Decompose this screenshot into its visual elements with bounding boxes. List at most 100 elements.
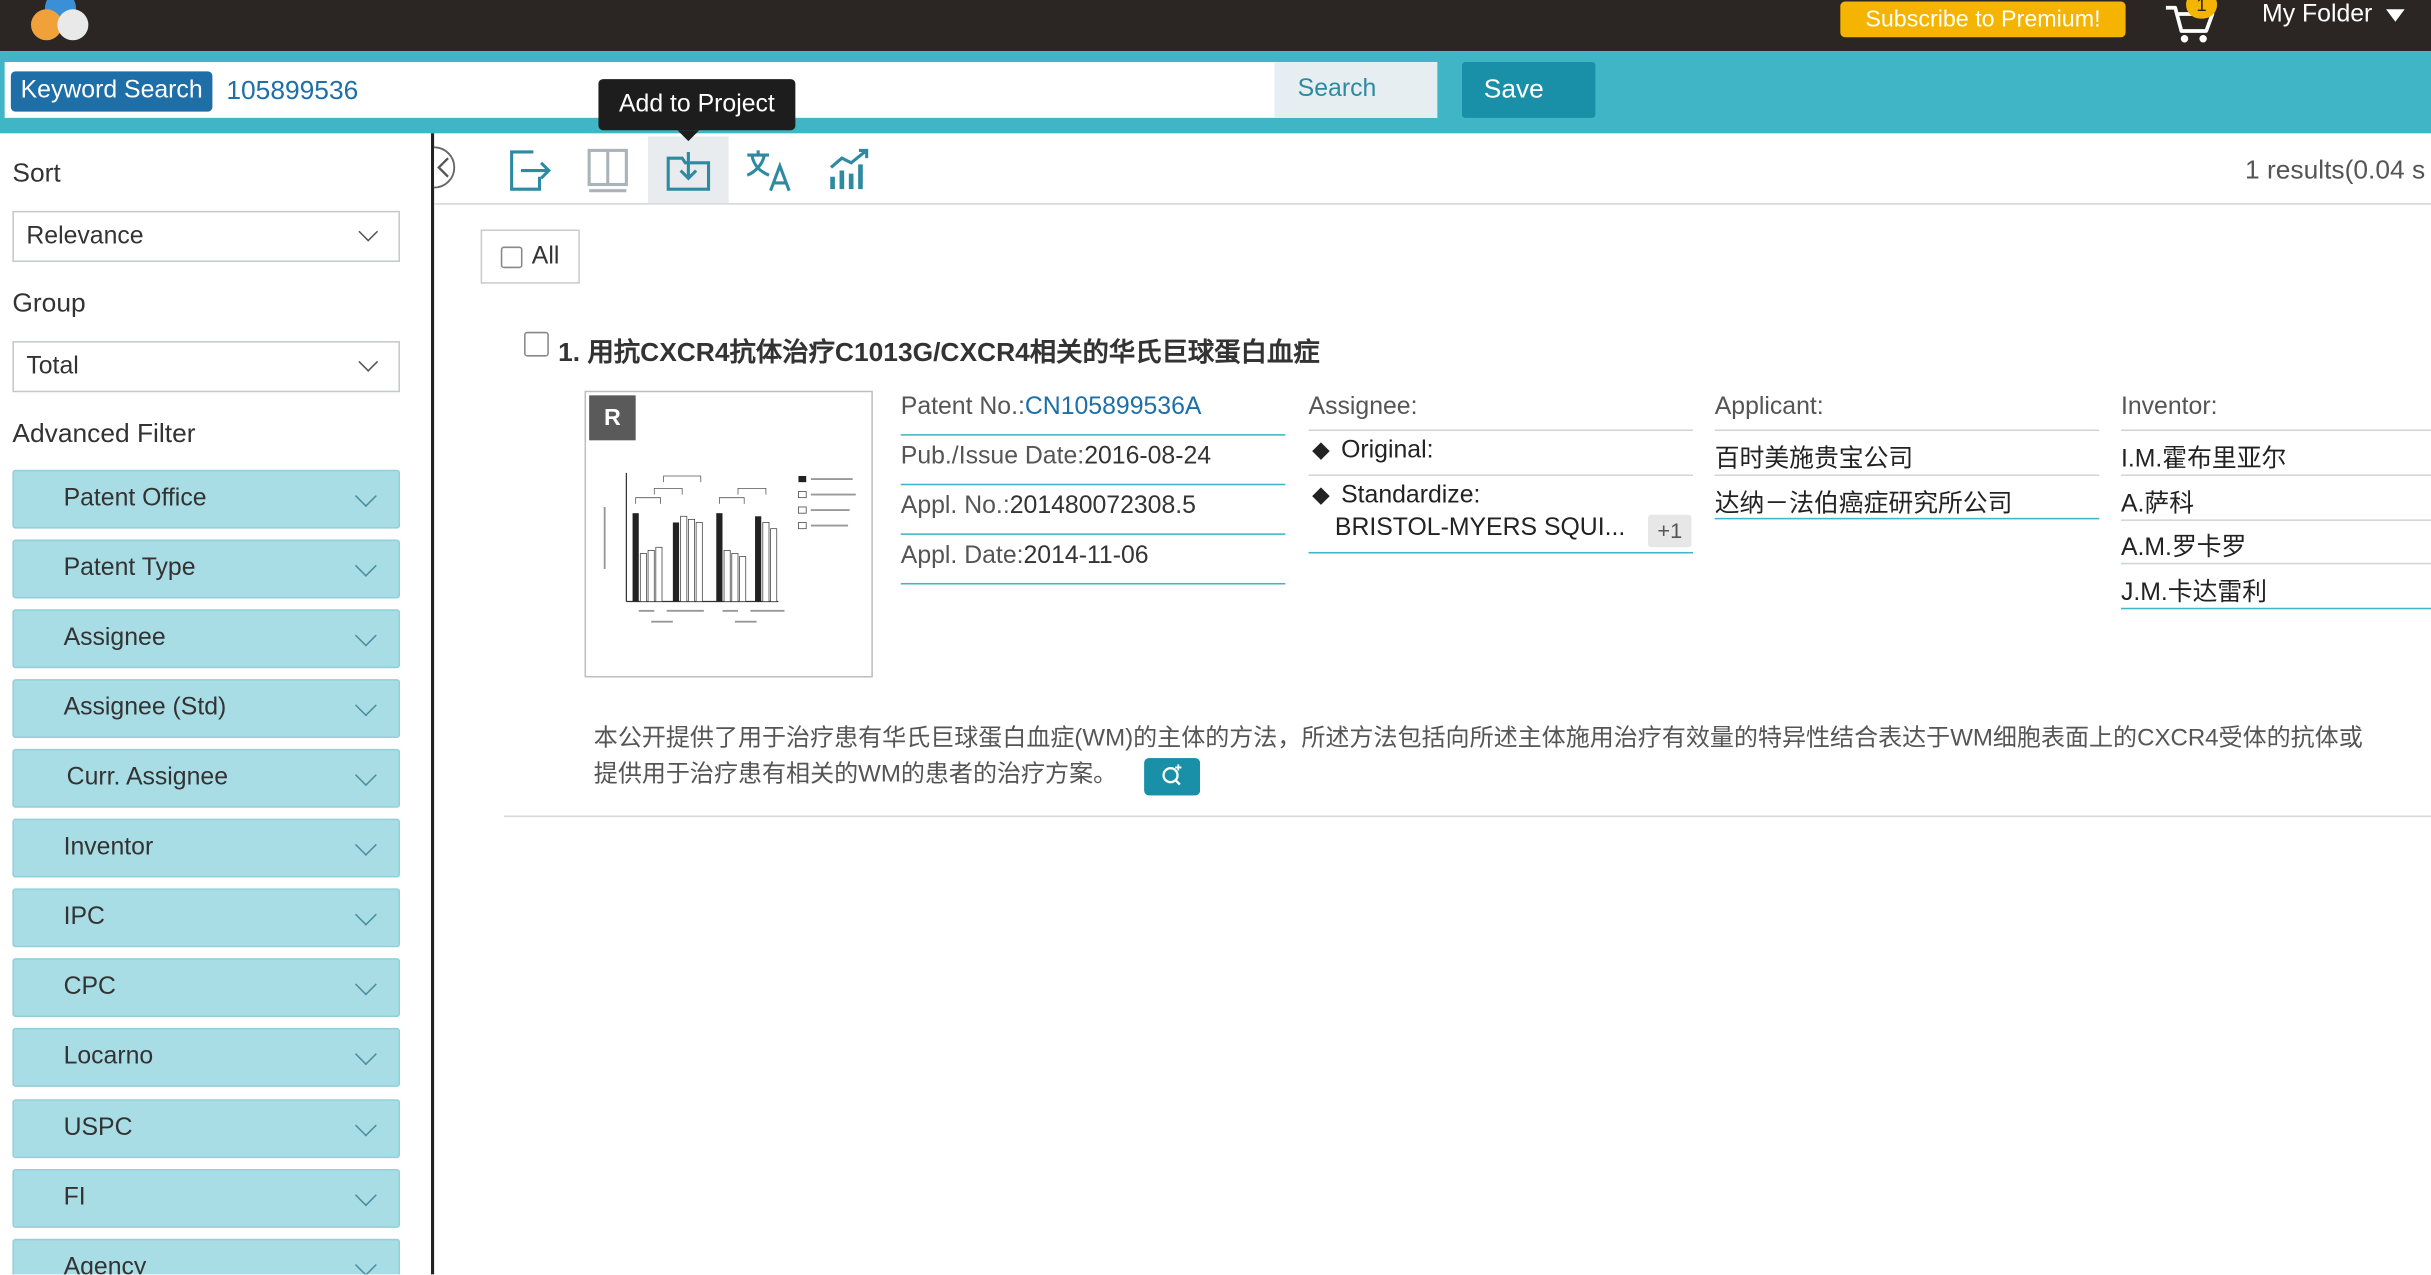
inventor-item[interactable]: J.M.卡达雷利 <box>2121 571 2267 608</box>
filter-label: Patent Type <box>63 555 196 582</box>
add-to-project-icon[interactable] <box>659 143 718 196</box>
field-divider <box>1714 429 2100 432</box>
applicant-item[interactable]: 达纳－法伯癌症研究所公司 <box>1715 482 2013 519</box>
select-all-checkbox[interactable] <box>500 246 523 269</box>
inventor-label: Inventor: <box>2120 393 2218 421</box>
filter-label: IPC <box>63 903 105 931</box>
pub-date-value: 2016-08-24 <box>1084 443 1212 470</box>
export-icon[interactable] <box>499 143 558 196</box>
field-divider <box>1308 474 1694 476</box>
field-divider <box>1714 474 2100 476</box>
search-mode-tag[interactable]: Keyword Search <box>10 71 213 112</box>
sidebar-divider <box>431 133 435 1275</box>
chevron-down-icon <box>354 694 377 717</box>
filter-assignee[interactable]: Assignee <box>12 609 401 669</box>
sort-label: Sort <box>12 158 61 188</box>
add-to-project-tooltip: Add to Project <box>598 79 796 131</box>
inventor-item[interactable]: A.萨科 <box>2121 482 2194 519</box>
field-underline <box>1308 551 1694 554</box>
filter-label: Assignee <box>63 624 166 652</box>
pub-date-field: Pub./Issue Date:2016-08-24 <box>901 443 1211 471</box>
more-assignees-badge[interactable]: +1 <box>1648 514 1692 548</box>
chevron-down-icon <box>358 352 379 372</box>
chevron-down-icon <box>354 764 377 787</box>
subscribe-premium-button[interactable]: Subscribe to Premium! <box>1840 1 2126 38</box>
my-folder-menu[interactable]: My Folder <box>2262 2 2372 30</box>
search-button-label: Search <box>1297 75 1377 103</box>
chevron-down-icon <box>354 554 377 577</box>
bullet-diamond <box>1312 442 1330 460</box>
filter-label: Inventor <box>63 834 154 861</box>
field-underline <box>2120 607 2431 610</box>
filter-cpc[interactable]: CPC <box>12 958 401 1018</box>
filter-label: USPC <box>63 1114 133 1142</box>
appl-date-field: Appl. Date:2014-11-06 <box>901 543 1149 571</box>
chevron-down-icon <box>358 221 379 242</box>
field-divider <box>2120 562 2431 565</box>
filter-label: Assignee (Std) <box>63 694 227 721</box>
appl-no-label: Appl. No.: <box>900 493 1010 520</box>
field-divider <box>2120 474 2431 476</box>
field-underline <box>900 434 1286 436</box>
field-divider <box>2120 519 2431 521</box>
result-title[interactable]: 1. 用抗CXCR4抗体治疗C1013G/CXCR4相关的华氏巨球蛋白血症 <box>558 330 1320 369</box>
chevron-down-icon <box>354 834 377 856</box>
chevron-down-icon <box>354 1114 377 1137</box>
filter-label: CPC <box>63 973 116 1001</box>
applicant-label: Applicant: <box>1714 393 1824 421</box>
collapse-sidebar-icon[interactable] <box>428 144 462 191</box>
field-underline <box>1714 517 2100 520</box>
chevron-down-icon <box>354 903 377 926</box>
advanced-filter-label: Advanced Filter <box>12 418 196 449</box>
sort-select[interactable]: Relevance <box>12 210 401 263</box>
filter-fi[interactable]: FI <box>12 1169 401 1228</box>
filter-patent-type[interactable]: Patent Type <box>12 539 401 599</box>
search-button[interactable]: Search <box>1274 62 1438 118</box>
result-checkbox[interactable] <box>524 331 549 357</box>
filter-inventor[interactable]: Inventor <box>12 818 401 878</box>
analytics-chart-icon[interactable] <box>820 143 879 196</box>
standardize-value[interactable]: BRISTOL-MYERS SQUI... <box>1335 515 1625 543</box>
chevron-down-icon <box>354 624 377 647</box>
filter-label: FI <box>63 1184 86 1211</box>
app-logo[interactable] <box>28 0 90 43</box>
appl-date-label: Appl. Date: <box>900 542 1024 569</box>
field-divider <box>1308 429 1694 432</box>
filter-label: Patent Office <box>63 485 207 512</box>
chevron-down-icon <box>354 973 377 996</box>
group-select[interactable]: Total <box>12 341 401 393</box>
field-underline <box>900 582 1286 585</box>
filter-uspc[interactable]: USPC <box>12 1099 401 1159</box>
group-select-value: Total <box>26 353 79 380</box>
results-count: 1 results(0.04 s <box>2244 155 2426 185</box>
abstract-line: 本公开提供了用于治疗患有华氏巨球蛋白血症(WM)的主体的方法，所述方法包括向所述… <box>593 725 2363 752</box>
split-view-icon[interactable] <box>578 143 637 196</box>
patent-no-link[interactable]: CN105899536A <box>1025 394 1202 420</box>
translate-icon[interactable] <box>740 143 799 196</box>
filter-ipc[interactable]: IPC <box>12 888 401 948</box>
zoom-in-icon[interactable] <box>1144 758 1201 796</box>
result-abstract: 本公开提供了用于治疗患有华氏巨球蛋白血症(WM)的主体的方法，所述方法包括向所述… <box>594 721 2431 792</box>
select-all-box[interactable] <box>480 229 580 284</box>
figure-graphic <box>603 472 856 623</box>
applicant-item[interactable]: 百时美施贵宝公司 <box>1715 437 1913 474</box>
filter-curr-assignee[interactable]: Curr. Assignee <box>12 748 401 808</box>
chevron-down-icon <box>354 1043 377 1066</box>
filter-agency[interactable]: Agency <box>12 1238 401 1275</box>
filter-locarno[interactable]: Locarno <box>12 1027 401 1087</box>
inventor-item[interactable]: A.M.罗卡罗 <box>2121 526 2246 563</box>
filter-assignee-std[interactable]: Assignee (Std) <box>12 679 401 738</box>
filter-label: Locarno <box>63 1043 154 1070</box>
save-button[interactable]: Save <box>1462 62 1596 118</box>
toolbar-divider <box>434 203 2431 205</box>
result-divider <box>503 815 2431 818</box>
filter-patent-office[interactable]: Patent Office <box>12 469 401 529</box>
standardize-label: Standardize: <box>1341 482 1481 509</box>
assignee-label: Assignee: <box>1308 393 1418 421</box>
patent-no-field: Patent No.:CN105899536A <box>901 394 1202 422</box>
abstract-line: 提供用于治疗患有相关的WM的患者的治疗方案。 <box>593 761 1118 788</box>
select-all-label: All <box>531 243 560 270</box>
inventor-item[interactable]: I.M.霍布里亚尔 <box>2121 437 2286 474</box>
caret-down-icon <box>2386 9 2405 22</box>
filter-label: Curr. Assignee <box>66 764 229 791</box>
